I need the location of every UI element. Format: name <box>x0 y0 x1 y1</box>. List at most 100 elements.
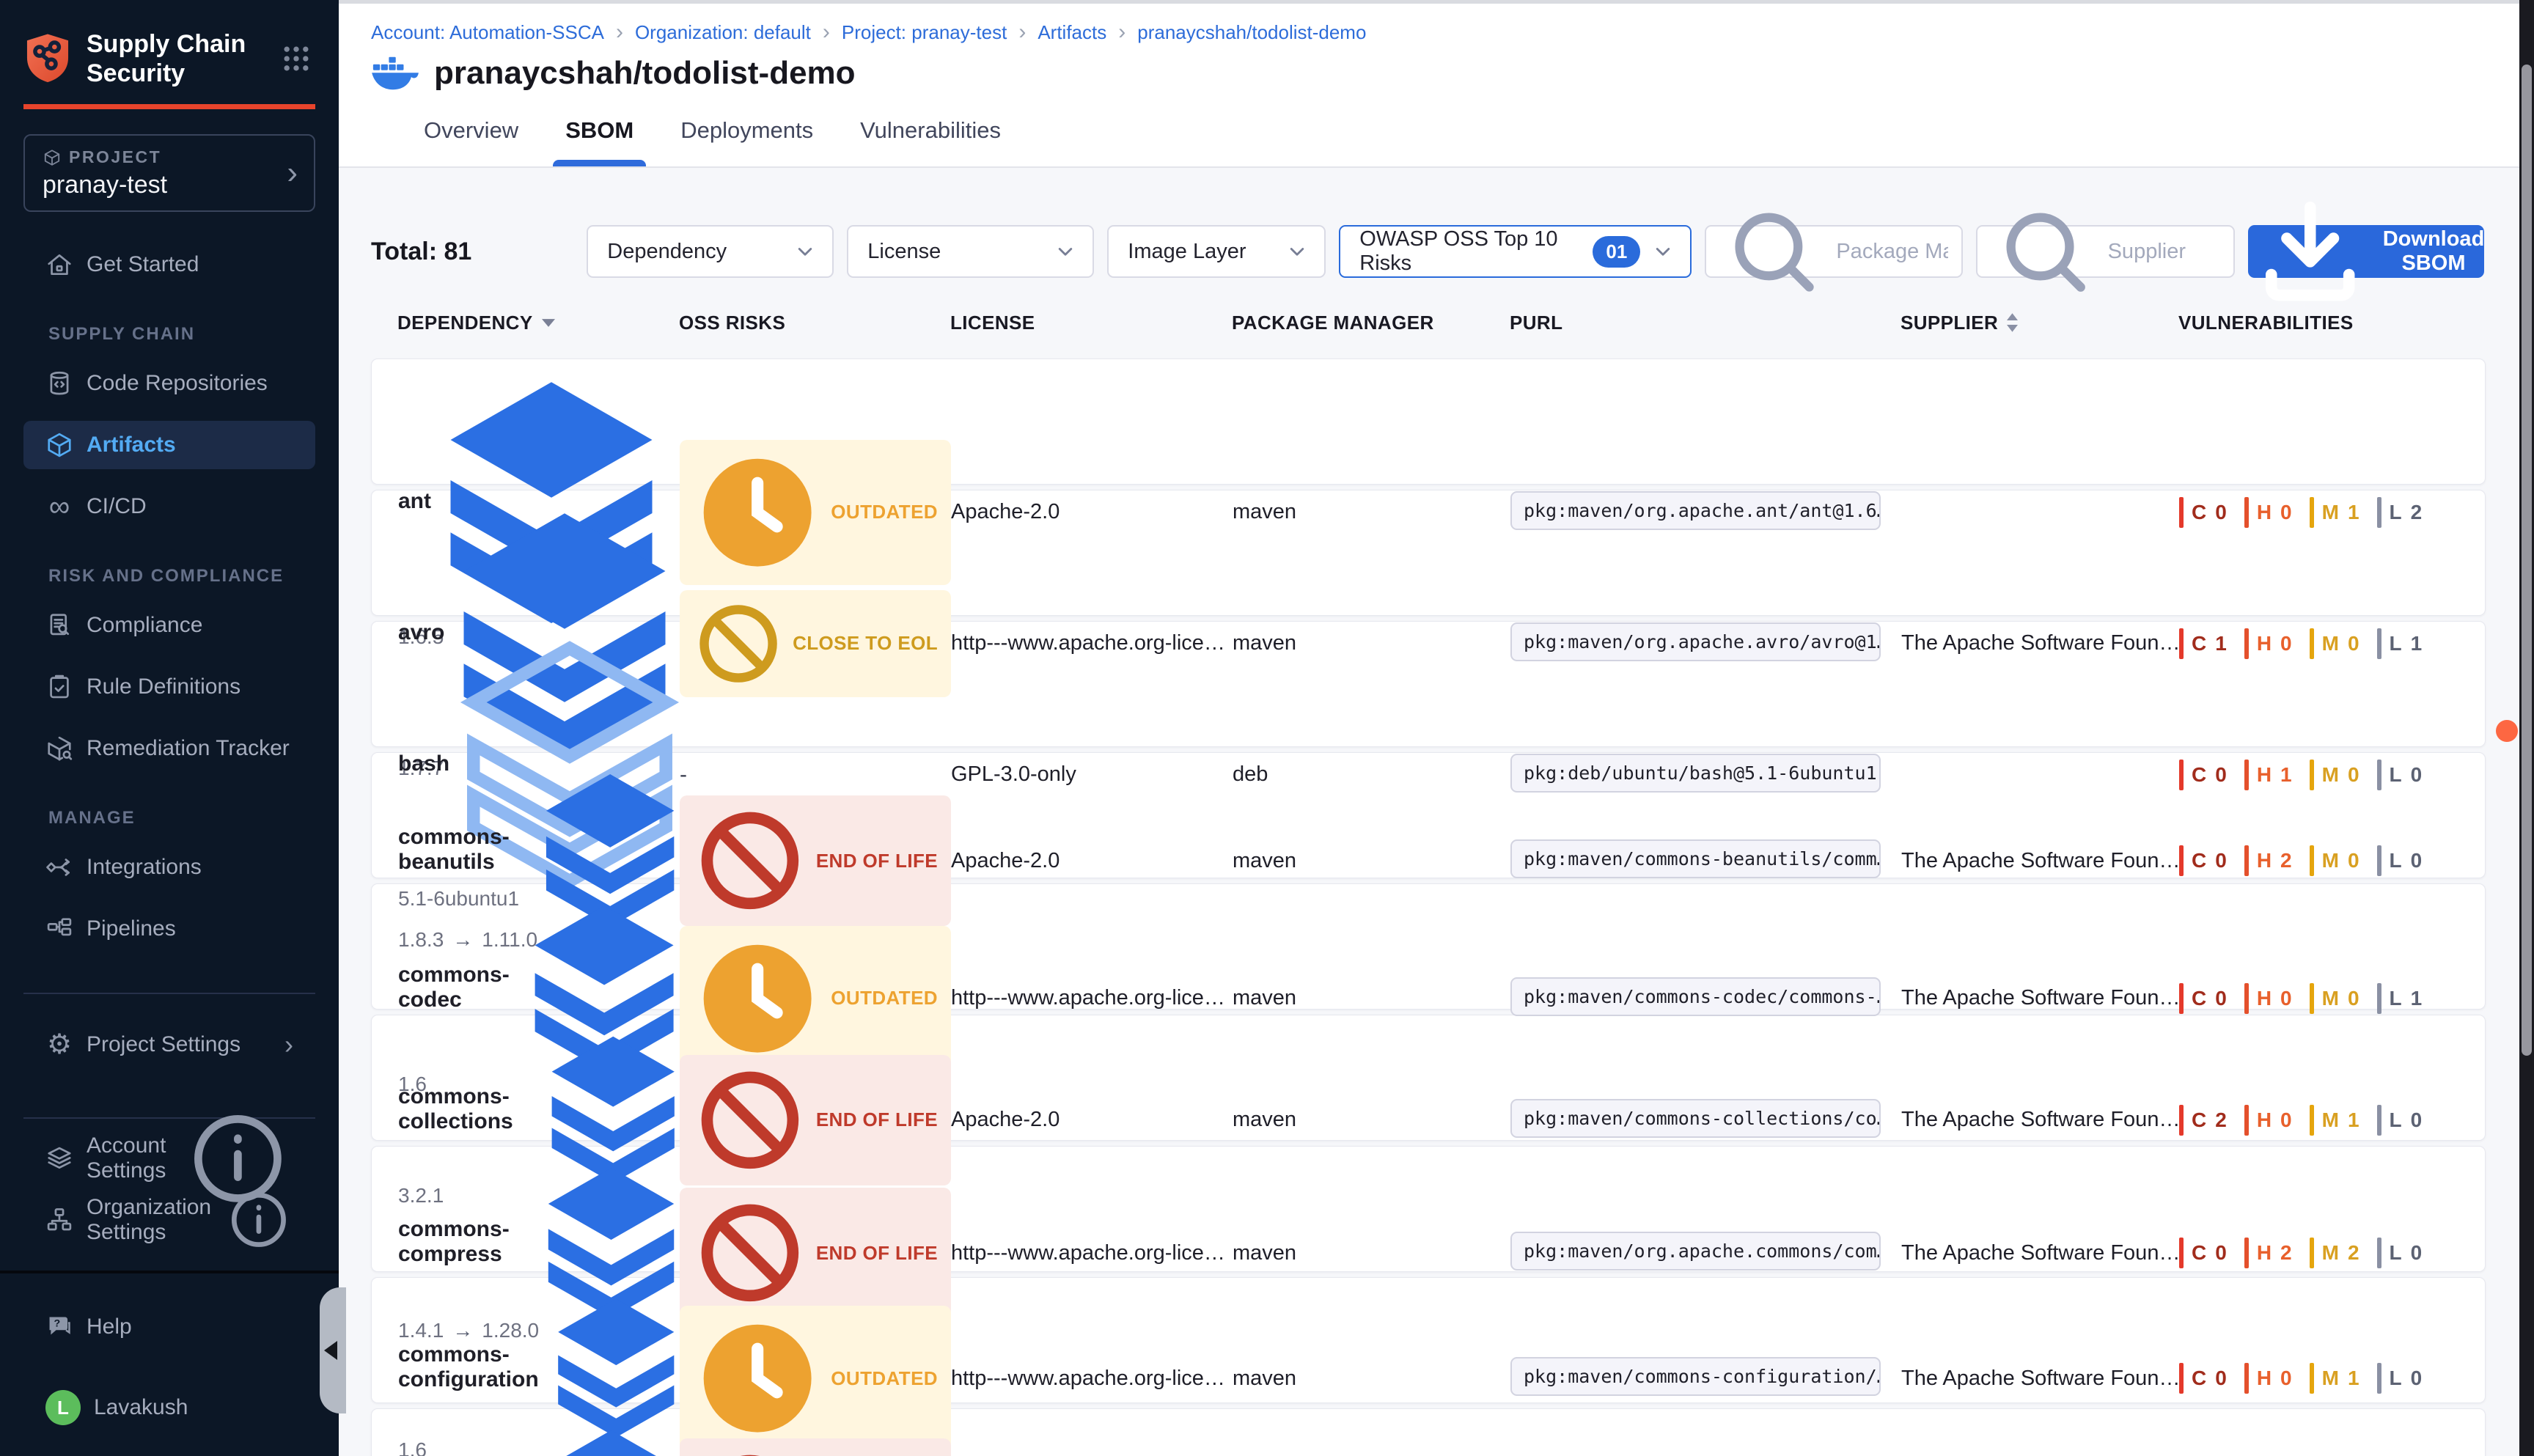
main-area: Account: Automation-SSCA › Organization: d… <box>339 0 2534 1456</box>
severity-letter: H <box>2257 763 2272 787</box>
purl-value[interactable]: pkg:maven/org.apache.ant/ant@1.6… <box>1510 491 1881 530</box>
download-sbom-button[interactable]: Download SBOM <box>2248 225 2484 278</box>
sbom-content: Total: 81 DependencyLicenseImage Layer O… <box>339 168 2534 1456</box>
sort-down-icon[interactable] <box>542 319 555 327</box>
vuln-count-critical: C0 <box>2179 760 2227 790</box>
sidebar-item-get-started[interactable]: Get Started <box>23 240 315 289</box>
vuln-count-critical: C0 <box>2179 1363 2227 1394</box>
owasp-count-badge: 01 <box>1593 236 1640 268</box>
sidebar-collapse-handle[interactable] <box>320 1287 346 1413</box>
license-cell: GPL-3.0-only <box>951 762 1233 787</box>
sidebar-item-project-settings[interactable]: ⚙ Project Settings › <box>23 1021 315 1069</box>
project-name: pranay-test <box>43 171 296 199</box>
oss-risk-cell: OUTDATED <box>680 440 951 585</box>
sidebar-item-rule-definitions[interactable]: Rule Definitions <box>23 663 315 711</box>
sidebar-item-code-repositories[interactable]: Code Repositories <box>23 359 315 408</box>
severity-count: 2 <box>2280 1241 2292 1265</box>
severity-count: 0 <box>2280 1367 2292 1390</box>
vuln-count-high: H0 <box>2244 1363 2292 1394</box>
severity-count: 1 <box>2280 763 2292 787</box>
severity-letter: H <box>2257 501 2272 524</box>
sidebar-item-artifacts[interactable]: Artifacts <box>23 421 315 469</box>
chevron-right-icon: › <box>287 157 298 189</box>
owasp-risks-filter[interactable]: OWASP OSS Top 10 Risks 01 <box>1339 225 1692 278</box>
column-header-supplier[interactable]: SUPPLIER <box>1900 312 2178 334</box>
tab-overview[interactable]: Overview <box>411 95 531 166</box>
sidebar-item-label: Artifacts <box>87 433 176 457</box>
breadcrumb-link[interactable]: Project: pranay-test <box>842 21 1007 44</box>
tab-deployments[interactable]: Deployments <box>668 95 826 166</box>
license-cell: Apache-2.0 <box>951 500 1233 524</box>
supplier-input[interactable] <box>2108 240 2221 264</box>
breadcrumb-link[interactable]: pranaycshah/todolist-demo <box>1137 21 1366 44</box>
notification-dot[interactable] <box>2496 720 2518 742</box>
page-scrollbar[interactable] <box>2519 0 2534 1456</box>
severity-letter: C <box>2192 849 2207 872</box>
sidebar-item-pipelines[interactable]: Pipelines <box>23 905 315 953</box>
purl-value[interactable]: pkg:deb/ubuntu/bash@5.1-6ubuntu1 <box>1510 754 1881 793</box>
package-manager-input[interactable] <box>1836 240 1948 264</box>
dependency-name-text: commons-configuration <box>398 1342 543 1392</box>
slash-icon <box>693 1063 807 1177</box>
severity-bar <box>2377 845 2381 876</box>
scrollbar-thumb[interactable] <box>2522 65 2532 1056</box>
tab-sbom[interactable]: SBOM <box>553 95 646 166</box>
sidebar-item-remediation-tracker[interactable]: Remediation Tracker <box>23 724 315 773</box>
help-button[interactable]: ? Help <box>23 1303 315 1351</box>
breadcrumb-link[interactable]: Account: Automation-SSCA <box>371 21 604 44</box>
severity-bar <box>2244 760 2249 790</box>
column-header-dependency[interactable]: DEPENDENCY <box>397 312 679 334</box>
oss-risk-empty: - <box>680 762 687 787</box>
sidebar-item-account-settings[interactable]: Account Settings <box>23 1134 315 1183</box>
purl-value[interactable]: pkg:maven/commons-codec/commons-… <box>1510 977 1881 1016</box>
divider <box>23 993 315 994</box>
severity-count: 2 <box>2348 1241 2359 1265</box>
severity-count: 0 <box>2215 1241 2227 1265</box>
license-cell: http---www.apache.org-lice… <box>951 1367 1233 1391</box>
purl-value[interactable]: pkg:maven/commons-collections/co… <box>1510 1099 1881 1138</box>
dependency-filter[interactable]: Dependency <box>587 225 834 278</box>
severity-count: 0 <box>2280 987 2292 1010</box>
oss-risk-label: END OF LIFE <box>816 850 938 872</box>
severity-letter: M <box>2322 849 2340 872</box>
sidebar-item-organization-settings[interactable]: Organization Settings <box>23 1196 315 1244</box>
severity-count: 0 <box>2411 849 2423 872</box>
org-chart-icon <box>45 1206 73 1234</box>
share-icon <box>45 853 73 881</box>
sidebar-item-ci-cd[interactable]: ∞CI/CD <box>23 482 315 531</box>
user-menu[interactable]: L Lavakush <box>23 1383 315 1432</box>
oss-risk-cell: END OF LIFE <box>680 1055 951 1185</box>
purl-value[interactable]: pkg:maven/org.apache.avro/avro@1… <box>1510 622 1881 661</box>
search-icon <box>1719 197 1827 305</box>
sidebar-item-integrations[interactable]: Integrations <box>23 843 315 891</box>
purl-value[interactable]: pkg:maven/commons-beanutils/comm… <box>1510 839 1881 878</box>
purl-value[interactable]: pkg:maven/org.apache.commons/com… <box>1510 1232 1881 1271</box>
breadcrumb-separator: › <box>616 20 623 45</box>
column-label: PACKAGE MANAGER <box>1232 312 1434 334</box>
purl-value[interactable]: pkg:maven/commons-configuration/… <box>1510 1357 1881 1396</box>
info-icon[interactable] <box>224 1185 293 1254</box>
module-grid-icon[interactable] <box>280 43 312 75</box>
breadcrumb-link[interactable]: Artifacts <box>1038 21 1106 44</box>
license-filter[interactable]: License <box>847 225 1094 278</box>
breadcrumb-link[interactable]: Organization: default <box>635 21 811 44</box>
breadcrumb-separator: › <box>823 20 830 45</box>
tab-vulnerabilities[interactable]: Vulnerabilities <box>848 95 1013 166</box>
image-layer-filter[interactable]: Image Layer <box>1107 225 1326 278</box>
nav-section-label: MANAGE <box>48 808 315 828</box>
table-row[interactable]: ant1.6.5OUTDATEDApache-2.0mavenpkg:maven… <box>371 359 2486 485</box>
severity-bar <box>2377 497 2381 528</box>
vulnerabilities-cell: C2H0M1L0 <box>2179 1105 2470 1136</box>
column-label: LICENSE <box>950 312 1035 334</box>
oss-risk-cell: END OF LIFE <box>680 1438 951 1456</box>
docker-whale-icon <box>371 56 419 90</box>
severity-letter: L <box>2390 1241 2403 1265</box>
vuln-count-medium: M2 <box>2310 1238 2359 1268</box>
sort-updown-icon[interactable] <box>2007 313 2018 332</box>
vuln-count-critical: C0 <box>2179 497 2227 528</box>
sidebar-item-compliance[interactable]: Compliance <box>23 601 315 650</box>
severity-count: 0 <box>2348 632 2359 655</box>
severity-bar <box>2179 497 2184 528</box>
severity-bar <box>2377 628 2381 659</box>
project-selector[interactable]: PROJECT pranay-test › <box>23 134 315 212</box>
